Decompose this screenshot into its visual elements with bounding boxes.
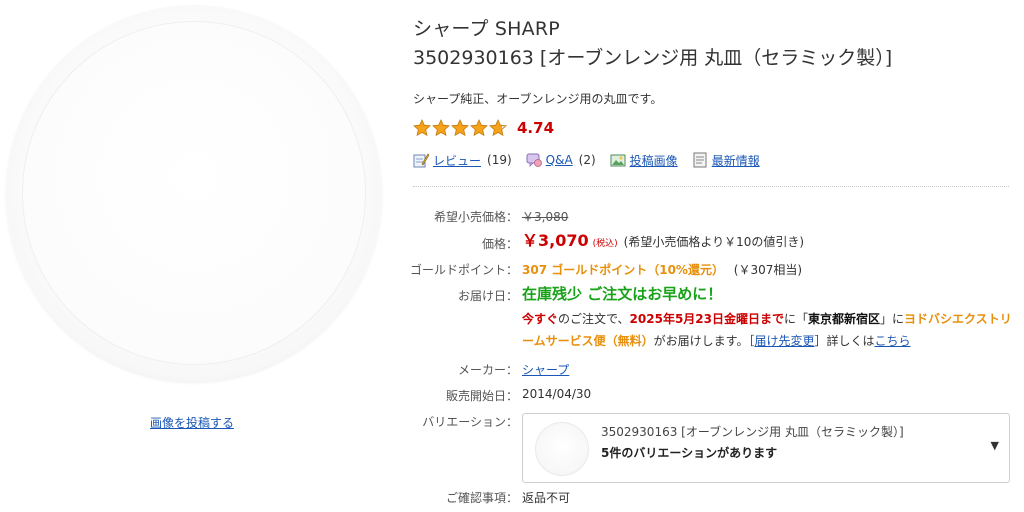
variation-label: バリエーション [422,413,518,430]
stock-row: 在庫残少 ご注文はお早めに！ [522,283,722,304]
delivery-text: のご注文で、 [558,312,630,326]
maker-link[interactable]: シャープ [522,363,569,377]
delivery-info: 今すぐのご注文で、2025年5月23日金曜日までに「東京都新宿区」にヨドバシエク… [522,308,1014,352]
delivery-area: 東京都新宿区 [808,312,881,326]
latest-info-link[interactable]: 最新情報 [692,152,760,169]
delivery-text: 」に [880,312,905,326]
qa-link[interactable]: Q&A (2) [526,152,596,168]
product-links-row: レビュー (19) Q&A (2) 投稿画像 最新情報 [413,152,774,168]
delivery-now: 今すぐ [522,312,559,326]
latest-info-icon [693,152,707,168]
price-row: ￥3,070 (税込) (希望小売価格より￥10の値引き) [522,230,804,255]
delivery-label: お届け日 [458,287,518,304]
dropdown-arrow-icon: ▼ [990,439,999,452]
star-icon [489,119,507,137]
product-image[interactable] [0,5,388,393]
details-link[interactable]: こちら [875,334,911,348]
discount-note: (希望小売価格より￥10の値引き) [623,235,805,249]
delivery-text: ］詳しくは [814,334,875,348]
product-title: 3502930163 [オーブンレンジ用 丸皿（セラミック製）] [413,47,893,69]
posted-images-icon [610,154,626,167]
variation-thumbnail [535,422,589,476]
product-info-panel: シャープ SHARP 3502930163 [オーブンレンジ用 丸皿（セラミック… [410,0,1014,512]
confirm-value: 返品不可 [522,491,571,505]
release-date: 2014/04/30 [522,387,592,401]
star-icon [451,119,469,137]
variation-count: 5件のバリエーションがあります [601,446,778,460]
star-icon [470,119,488,137]
points-label: ゴールドポイント [410,261,518,278]
posted-images-link[interactable]: 投稿画像 [610,152,678,169]
list-price: ￥3,080 [522,210,569,224]
variation-name: 3502930163 [オーブンレンジ用 丸皿（セラミック製）] [601,425,904,439]
list-price-label: 希望小売価格 [434,208,518,225]
qa-link-label: Q&A [545,153,573,167]
review-count: (19) [487,153,512,167]
stock-status: 在庫残少 ご注文はお早めに！ [522,285,723,303]
maker-row: シャープ [522,361,569,378]
product-description: シャープ純正、オーブンレンジ用の丸皿です。 [413,92,663,106]
star-icon [413,119,431,137]
variation-select[interactable]: 3502930163 [オーブンレンジ用 丸皿（セラミック製）] 5件のバリエー… [522,413,1010,483]
price: ￥3,070 [522,231,589,250]
maker-label: メーカー [458,361,518,378]
delivery-text: に「 [784,312,809,326]
qa-icon [526,153,542,167]
delivery-text: がお届けします。［ [653,334,755,348]
points-value: (￥307相当) [733,263,803,277]
price-label: 価格 [482,235,518,252]
latest-info-label: 最新情報 [711,153,760,168]
qa-count: (2) [578,153,596,167]
delivery-date: 2025年5月23日金曜日まで [629,312,784,326]
review-icon [413,153,429,168]
plate-image [6,5,382,381]
list-price-value: ￥3,080 [522,208,568,225]
points-amount: 307 ゴールドポイント（10%還元） [522,263,724,277]
rating-row[interactable]: 4.74 [413,119,554,137]
rating-value: 4.74 [517,119,555,137]
rating-stars [413,119,507,137]
star-icon [432,119,450,137]
release-label: 販売開始日 [446,387,518,404]
brand-name: シャープ SHARP [413,18,560,40]
points-row: 307 ゴールドポイント（10%還元） (￥307相当) [522,261,802,278]
posted-images-label: 投稿画像 [629,153,678,168]
plate-inner-rim [22,21,366,365]
post-image-link[interactable]: 画像を投稿する [0,414,384,431]
tax-note: (税込) [592,239,618,249]
product-image-panel: 画像を投稿する [0,0,390,512]
change-address-link[interactable]: 届け先変更 [754,334,814,348]
confirm-label: ご確認事項 [446,489,518,506]
section-divider [413,186,1009,187]
review-link[interactable]: レビュー (19) [413,152,512,169]
review-link-label: レビュー [433,153,482,168]
